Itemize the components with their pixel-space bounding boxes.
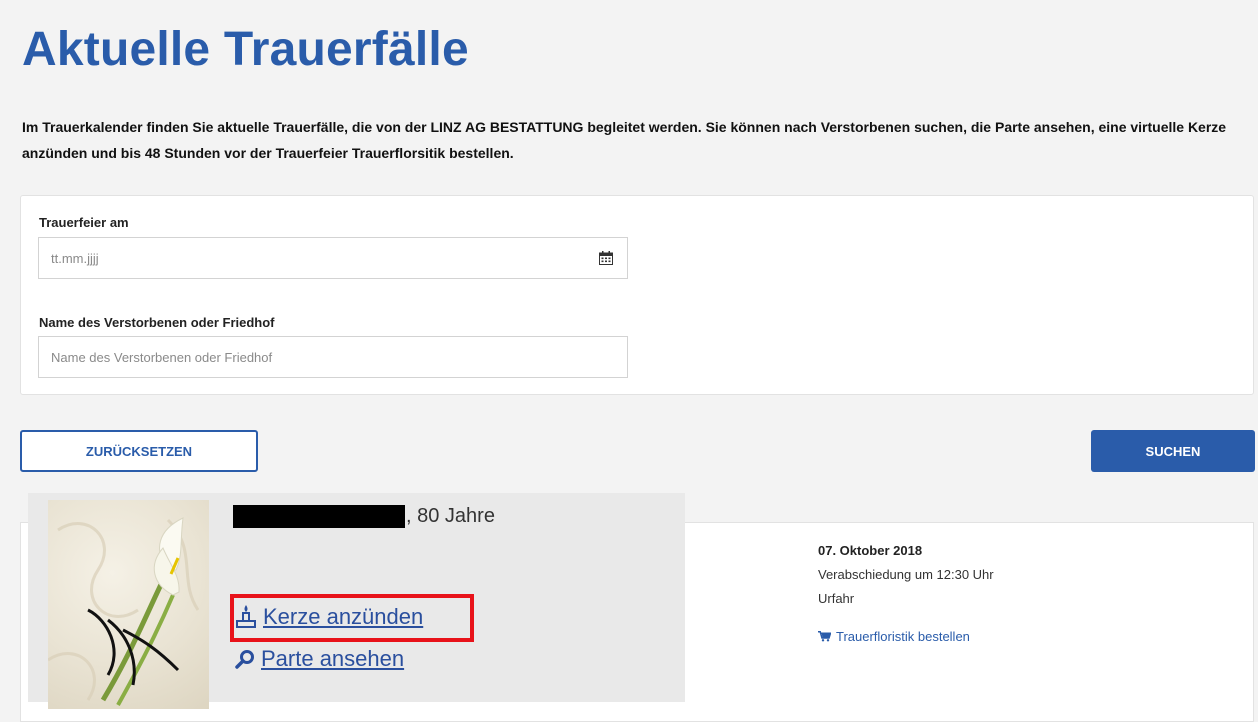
ceremony-date: 07. Oktober 2018	[818, 543, 923, 558]
zoom-callout: , 80 Jahre Kerze anzünden Parte ansehen	[28, 493, 685, 709]
search-panel: Trauerfeier am Name des Verstorbenen ode…	[20, 195, 1254, 395]
name-label: Name des Verstorbenen oder Friedhof	[39, 315, 275, 330]
redacted-name	[233, 505, 405, 528]
date-label: Trauerfeier am	[39, 215, 129, 230]
parte-link[interactable]: Parte ansehen	[261, 646, 404, 672]
calendar-icon[interactable]	[599, 251, 613, 265]
ceremony-info: 07. Oktober 2018 Verabschiedung um 12:30…	[818, 543, 994, 615]
age-text: , 80 Jahre	[406, 505, 495, 527]
ceremony-time: Verabschiedung um 12:30 Uhr	[818, 567, 994, 582]
date-field[interactable]	[38, 237, 628, 279]
cart-icon	[818, 631, 831, 642]
reset-button[interactable]: ZURÜCKSETZEN	[20, 430, 258, 472]
magnifier-icon	[235, 650, 254, 669]
calla-lily-image	[48, 517, 200, 706]
intro-text: Im Trauerkalender finden Sie aktuelle Tr…	[22, 119, 1227, 161]
floristik-link[interactable]: Trauerfloristik bestellen	[818, 629, 970, 644]
floristik-label: Trauerfloristik bestellen	[836, 629, 970, 644]
name-input[interactable]	[39, 337, 627, 377]
ceremony-location: Urfahr	[818, 591, 855, 606]
highlight-box	[230, 594, 474, 642]
parte-link-row[interactable]: Parte ansehen	[235, 646, 404, 672]
memorial-photo	[48, 500, 209, 709]
name-field[interactable]	[38, 336, 628, 378]
date-input[interactable]	[39, 238, 627, 278]
search-button[interactable]: SUCHEN	[1091, 430, 1255, 472]
page-title: Aktuelle Trauerfälle	[22, 23, 469, 76]
